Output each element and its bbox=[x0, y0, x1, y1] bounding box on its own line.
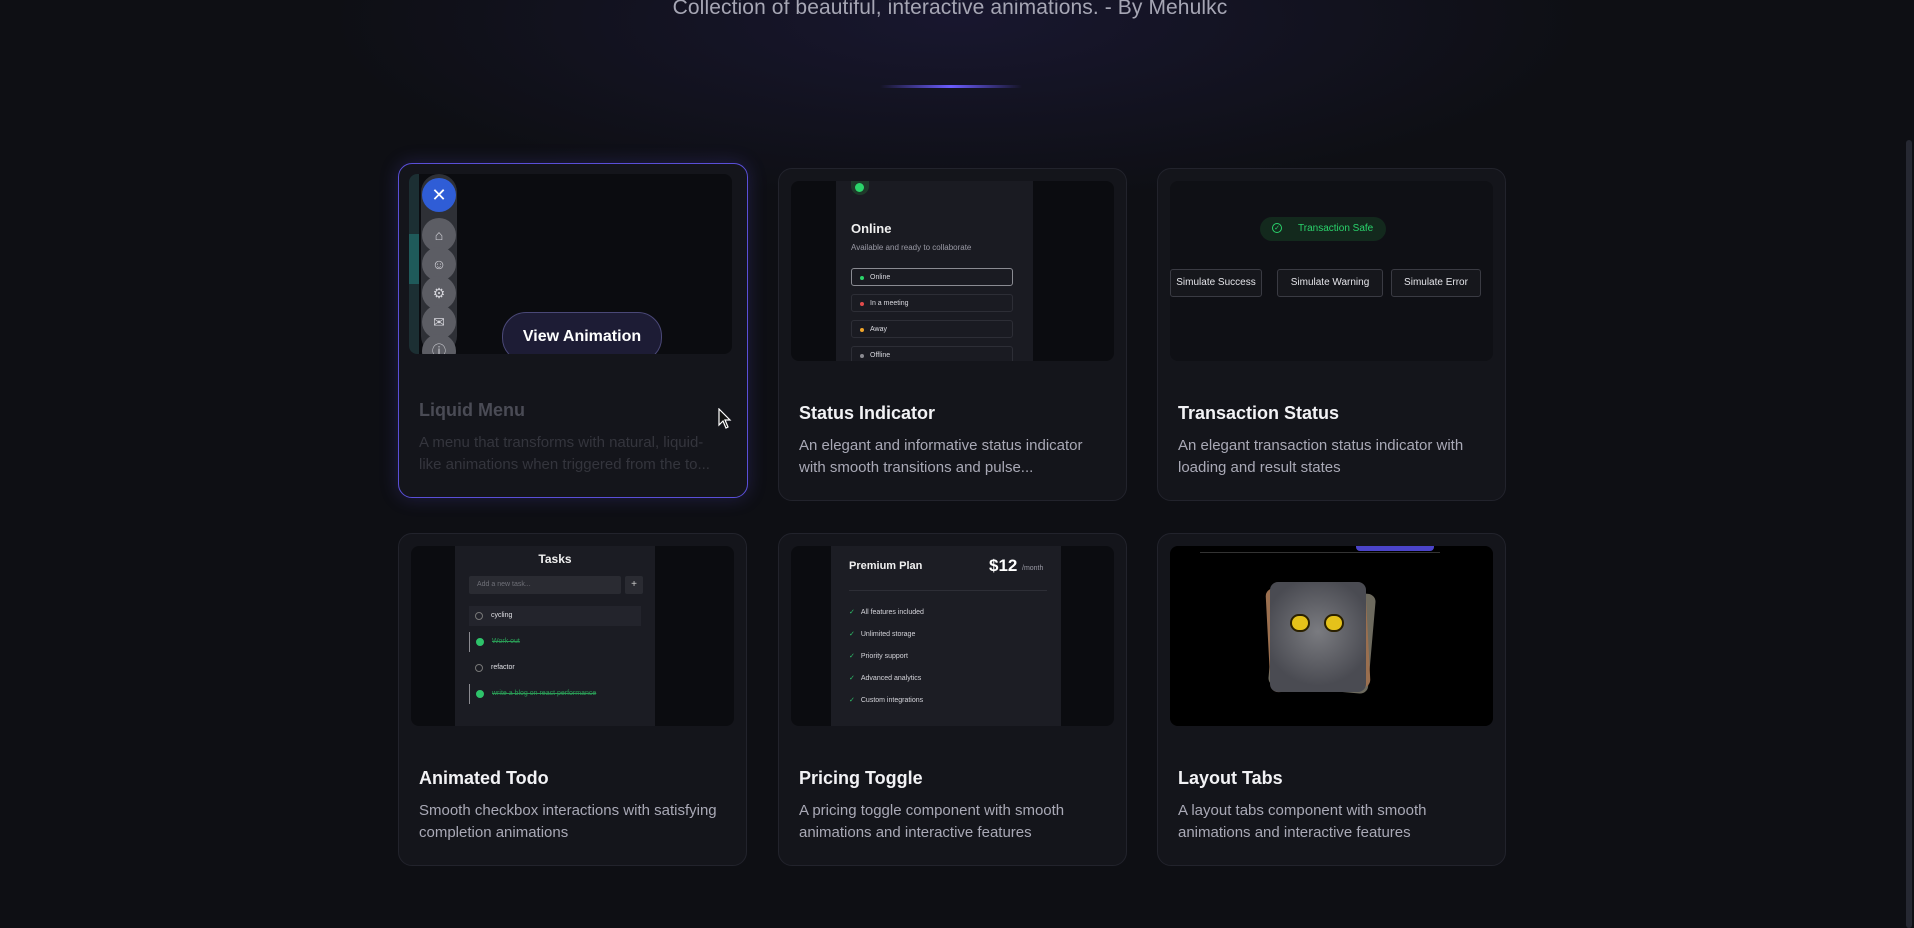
card-description: An elegant transaction status indicator … bbox=[1178, 437, 1464, 476]
todo-item[interactable]: refactor bbox=[469, 658, 641, 678]
status-dot-icon bbox=[860, 302, 864, 306]
check-icon: ✓ bbox=[849, 653, 855, 660]
tab-bar bbox=[1200, 552, 1440, 553]
transaction-status-badge: ✓ Transaction Safe bbox=[1260, 217, 1386, 241]
check-icon: ✓ bbox=[849, 631, 855, 638]
simulate-warning-button[interactable]: Simulate Warning bbox=[1277, 269, 1383, 297]
status-heading: Online bbox=[851, 221, 892, 236]
todo-heading: Tasks bbox=[538, 552, 572, 566]
card-description: An elegant and informative status indica… bbox=[799, 437, 1083, 476]
todo-item[interactable]: write a blog on react performance bbox=[469, 684, 641, 704]
plan-name: Premium Plan bbox=[849, 560, 923, 572]
new-task-input[interactable]: Add a new task... bbox=[469, 576, 621, 594]
check-icon: ✓ bbox=[849, 675, 855, 682]
card-description: A layout tabs component with smooth anim… bbox=[1178, 802, 1427, 841]
feature-item: ✓ Advanced analytics bbox=[849, 675, 922, 682]
card-preview bbox=[1170, 546, 1493, 726]
simulate-error-button[interactable]: Simulate Error bbox=[1391, 269, 1481, 297]
cat-image bbox=[1270, 582, 1366, 692]
plan-period: /month bbox=[1022, 565, 1044, 572]
card-transaction-status[interactable]: ✓ Transaction Safe Simulate Success Simul… bbox=[1157, 168, 1506, 501]
todo-item[interactable]: cycling bbox=[469, 606, 641, 626]
card-preview: Online Available and ready to collaborat… bbox=[791, 181, 1114, 361]
card-title: Pricing Toggle bbox=[799, 768, 923, 788]
card-layout-tabs[interactable]: Layout Tabs A layout tabs component with… bbox=[1157, 533, 1506, 866]
status-dot bbox=[855, 183, 864, 192]
card-preview: ✓ Transaction Safe Simulate Success Simul… bbox=[1170, 181, 1493, 361]
card-liquid-menu[interactable]: ✕ ⌂ ☺ ⚙ ✉ ⓘ View Animation Liquid Menu A… bbox=[398, 163, 748, 498]
divider bbox=[849, 590, 1047, 591]
todo-item[interactable]: Work out bbox=[469, 632, 641, 652]
card-pricing-toggle[interactable]: Premium Plan $12 /month ✓ All features in… bbox=[778, 533, 1127, 866]
checkbox-icon[interactable] bbox=[475, 612, 483, 620]
active-tab-indicator[interactable] bbox=[1356, 546, 1434, 551]
card-title: Transaction Status bbox=[1178, 403, 1340, 423]
page-subtitle: Collection of beautiful, interactive ani… bbox=[672, 0, 1228, 19]
card-preview: Premium Plan $12 /month ✓ All features in… bbox=[791, 546, 1114, 726]
check-icon: ✓ bbox=[849, 697, 855, 704]
status-dot-icon bbox=[860, 354, 864, 358]
sunglasses-lens-right bbox=[1324, 614, 1344, 632]
card-status-indicator[interactable]: Online Available and ready to collaborat… bbox=[778, 168, 1127, 501]
checkbox-checked-icon[interactable] bbox=[476, 690, 484, 698]
page-scrollbar[interactable] bbox=[1906, 140, 1912, 928]
animation-grid: ✕ ⌂ ☺ ⚙ ✉ ⓘ View Animation Liquid Menu A… bbox=[398, 163, 1506, 868]
card-description: A menu that transforms with natural, liq… bbox=[419, 434, 710, 473]
card-title: Animated Todo bbox=[419, 768, 549, 788]
menu-track-accent bbox=[409, 234, 419, 284]
check-icon: ✓ bbox=[849, 609, 855, 616]
simulate-success-button[interactable]: Simulate Success bbox=[1170, 269, 1262, 297]
close-icon[interactable]: ✕ bbox=[422, 178, 456, 212]
add-task-button[interactable]: + bbox=[625, 576, 643, 594]
card-description: Smooth checkbox interactions with satisf… bbox=[419, 802, 717, 841]
feature-item: ✓ Priority support bbox=[849, 653, 908, 660]
card-title: Liquid Menu bbox=[419, 400, 525, 420]
status-option[interactable]: Offline bbox=[851, 346, 1013, 361]
status-dot-icon bbox=[860, 276, 864, 280]
view-animation-button[interactable]: View Animation bbox=[502, 312, 662, 354]
status-option[interactable]: Away bbox=[851, 320, 1013, 338]
plan-price: $12 bbox=[989, 556, 1018, 575]
status-option[interactable]: Online bbox=[851, 268, 1013, 286]
header-divider bbox=[880, 85, 1022, 88]
card-animated-todo[interactable]: Tasks Add a new task... + cycling Work o… bbox=[398, 533, 747, 866]
status-option[interactable]: In a meeting bbox=[851, 294, 1013, 312]
status-dot-icon bbox=[860, 328, 864, 332]
status-subtext: Available and ready to collaborate bbox=[851, 243, 972, 252]
card-title: Layout Tabs bbox=[1178, 768, 1283, 788]
feature-item: ✓ Unlimited storage bbox=[849, 631, 916, 638]
checkbox-checked-icon[interactable] bbox=[476, 638, 484, 646]
feature-item: ✓ Custom integrations bbox=[849, 697, 924, 704]
mouse-cursor-icon bbox=[718, 408, 732, 429]
checkbox-icon[interactable] bbox=[475, 664, 483, 672]
card-preview: ✕ ⌂ ☺ ⚙ ✉ ⓘ View Animation bbox=[409, 174, 732, 354]
card-title: Status Indicator bbox=[799, 403, 936, 423]
sunglasses-lens-left bbox=[1290, 614, 1310, 632]
feature-item: ✓ All features included bbox=[849, 609, 924, 616]
card-preview: Tasks Add a new task... + cycling Work o… bbox=[411, 546, 734, 726]
card-description: A pricing toggle component with smooth a… bbox=[799, 802, 1065, 841]
check-circle-icon: ✓ bbox=[1272, 223, 1282, 233]
